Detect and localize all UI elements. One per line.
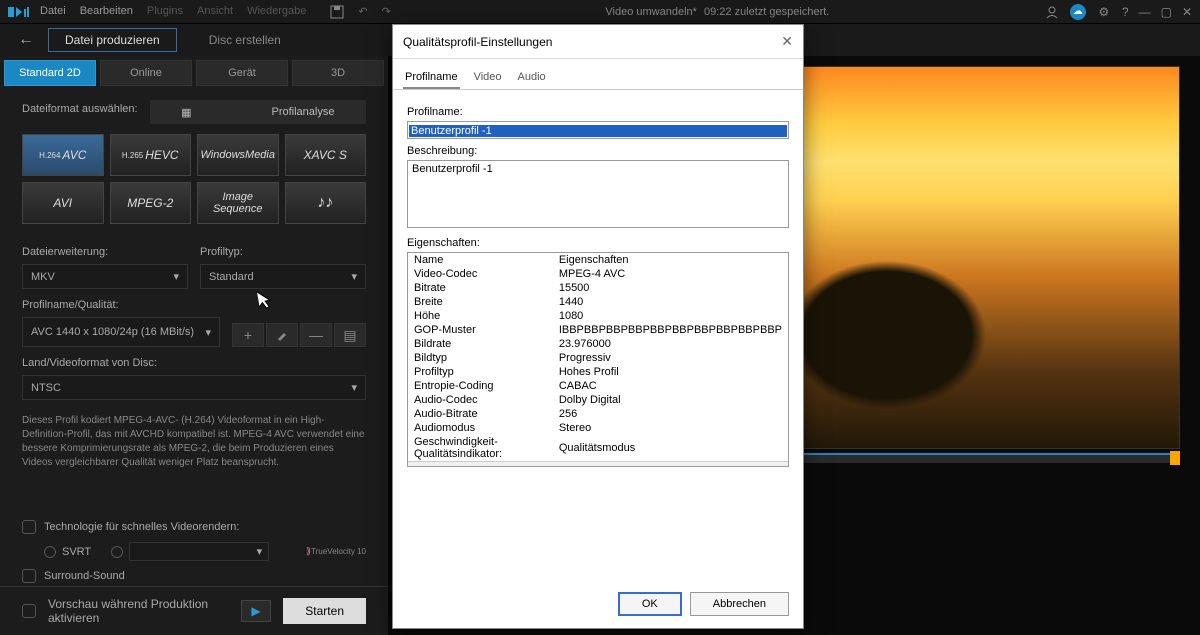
property-row: Video-CodecMPEG-4 AVC	[408, 267, 788, 281]
menu-file[interactable]: Datei	[40, 5, 66, 19]
property-row: GOP-MusterIBBPBBPBBPBBPBBPBBPBBPBBPBBPBB…	[408, 323, 788, 337]
start-button[interactable]: Starten	[283, 598, 366, 624]
surround-label: Surround-Sound	[44, 570, 125, 582]
svrt-radio[interactable]	[44, 546, 56, 558]
chevron-down-icon: ▾	[205, 326, 211, 339]
user-icon[interactable]	[1044, 4, 1060, 20]
add-profile-button[interactable]: +	[232, 323, 264, 347]
property-row: Breite1440	[408, 295, 788, 309]
menu-view[interactable]: Ansicht	[197, 5, 233, 19]
svrt-label: SVRT	[62, 546, 91, 558]
produce-button[interactable]: Datei produzieren	[48, 28, 177, 52]
region-select[interactable]: NTSC▾	[22, 375, 366, 400]
undo-icon[interactable]: ↶	[358, 5, 367, 19]
cloud-icon[interactable]: ☁	[1070, 4, 1086, 20]
save-icon[interactable]	[330, 5, 344, 19]
menu-edit[interactable]: Bearbeiten	[80, 5, 133, 19]
surround-checkbox[interactable]	[22, 569, 36, 583]
profiletype-select[interactable]: Standard▾	[200, 264, 366, 289]
extension-select[interactable]: MKV▾	[22, 264, 188, 289]
chevron-down-icon: ▾	[173, 270, 179, 283]
region-label: Land/Videoformat von Disc:	[22, 357, 366, 369]
profiletype-label: Profiltyp:	[200, 246, 366, 258]
codec-audio-only[interactable]: ♪♪	[285, 182, 367, 224]
profile-description: Dieses Profil kodiert MPEG-4-AVC- (H.264…	[22, 408, 366, 476]
minimize-icon[interactable]: —	[1139, 5, 1151, 19]
codec-image-sequence[interactable]: Image Sequence	[197, 182, 279, 224]
property-row: Audio-CodecDolby Digital	[408, 393, 788, 407]
h-scrollbar[interactable]: 〈〉	[408, 461, 788, 467]
format-label: Dateiformat auswählen:	[22, 103, 138, 115]
gear-icon[interactable]: ⚙	[1096, 4, 1112, 20]
chevron-down-icon: ▾	[351, 270, 357, 283]
dialog-tab-profilename[interactable]: Profilname	[403, 67, 460, 89]
codec-windowsmedia[interactable]: WindowsMedia	[197, 134, 279, 176]
preview-during-checkbox[interactable]	[22, 604, 36, 618]
menu-plugins[interactable]: Plugins	[147, 5, 183, 19]
cancel-button[interactable]: Abbrechen	[690, 592, 789, 616]
property-row: Bildrate23.976000	[408, 337, 788, 351]
codec-xavcs[interactable]: XAVC S	[285, 134, 367, 176]
properties-box[interactable]: NameEigenschaftenVideo-CodecMPEG-4 AVCBi…	[407, 252, 789, 467]
fastrender-checkbox[interactable]	[22, 520, 36, 534]
hw-radio[interactable]	[111, 546, 123, 558]
maximize-icon[interactable]: ▢	[1161, 5, 1172, 19]
property-row: ProfiltypHohes Profil	[408, 365, 788, 379]
save-timestamp: 09:22 zuletzt gespeichert.	[704, 6, 829, 18]
profilequality-select[interactable]: AVC 1440 x 1080/24p (16 MBit/s)▾	[22, 317, 220, 347]
preview-during-label: Vorschau während Produktion aktivieren	[48, 597, 229, 625]
profile-analysis-button[interactable]: ▦ Profilanalyse	[150, 100, 366, 124]
analysis-icon: ▦	[181, 106, 191, 119]
profilequality-label: Profilname/Qualität:	[22, 299, 366, 311]
property-row: BildtypProgressiv	[408, 351, 788, 365]
velocity-logo-icon: ⟫TrueVelocity 10	[306, 546, 366, 557]
profilename-input[interactable]: Benutzerprofil -1	[409, 125, 787, 137]
fastrender-label: Technologie für schnelles Videorendern:	[44, 521, 239, 533]
property-row: NameEigenschaften	[408, 253, 788, 267]
codec-mpeg2[interactable]: MPEG-2	[110, 182, 192, 224]
dialog-close-icon[interactable]: ✕	[781, 33, 793, 50]
redo-icon[interactable]: ↷	[382, 5, 391, 19]
remove-profile-button[interactable]: —	[300, 323, 332, 347]
hw-select[interactable]: ▾	[129, 542, 269, 561]
property-row: Höhe1080	[408, 309, 788, 323]
property-row: Audio-Bitrate256	[408, 407, 788, 421]
property-row: Geschwindigkeit-Qualitätsindikator:Quali…	[408, 435, 788, 461]
chevron-down-icon: ▾	[351, 381, 357, 394]
tab-3d[interactable]: 3D	[292, 60, 384, 86]
details-profile-button[interactable]: ▤	[334, 323, 366, 347]
dialog-tab-video[interactable]: Video	[472, 67, 504, 89]
extension-label: Dateierweiterung:	[22, 246, 188, 258]
dialog-title: Qualitätsprofil-Einstellungen	[403, 35, 552, 49]
document-title: Video umwandeln*	[605, 6, 697, 18]
tab-standard-2d[interactable]: Standard 2D	[4, 60, 96, 86]
close-icon[interactable]: ✕	[1182, 5, 1192, 19]
property-row: Bitrate15500	[408, 281, 788, 295]
create-disc-link[interactable]: Disc erstellen	[209, 33, 281, 47]
description-label: Beschreibung:	[407, 145, 789, 157]
back-arrow-icon[interactable]: ←	[18, 31, 34, 49]
quality-profile-dialog: Qualitätsprofil-Einstellungen ✕ Profilna…	[392, 24, 804, 629]
codec-h265-hevc[interactable]: H.265HEVC	[110, 134, 192, 176]
timeline-handle[interactable]	[1170, 451, 1180, 465]
app-logo-icon	[8, 5, 30, 19]
menu-playback[interactable]: Wiedergabe	[247, 5, 306, 19]
profilename-label: Profilname:	[407, 106, 789, 118]
property-row: AudiomodusStereo	[408, 421, 788, 435]
codec-h264-avc[interactable]: H.264AVC	[22, 134, 104, 176]
tab-device[interactable]: Gerät	[196, 60, 288, 86]
description-input[interactable]	[407, 160, 789, 228]
edit-profile-button[interactable]	[266, 323, 298, 347]
tab-online[interactable]: Online	[100, 60, 192, 86]
dialog-tab-audio[interactable]: Audio	[516, 67, 548, 89]
play-preview-icon[interactable]: ▶	[241, 600, 272, 622]
ok-button[interactable]: OK	[618, 592, 682, 616]
properties-label: Eigenschaften:	[407, 237, 789, 249]
codec-avi[interactable]: AVI	[22, 182, 104, 224]
cursor-icon	[256, 289, 275, 311]
help-icon[interactable]: ?	[1122, 5, 1129, 19]
property-row: Entropie-CodingCABAC	[408, 379, 788, 393]
